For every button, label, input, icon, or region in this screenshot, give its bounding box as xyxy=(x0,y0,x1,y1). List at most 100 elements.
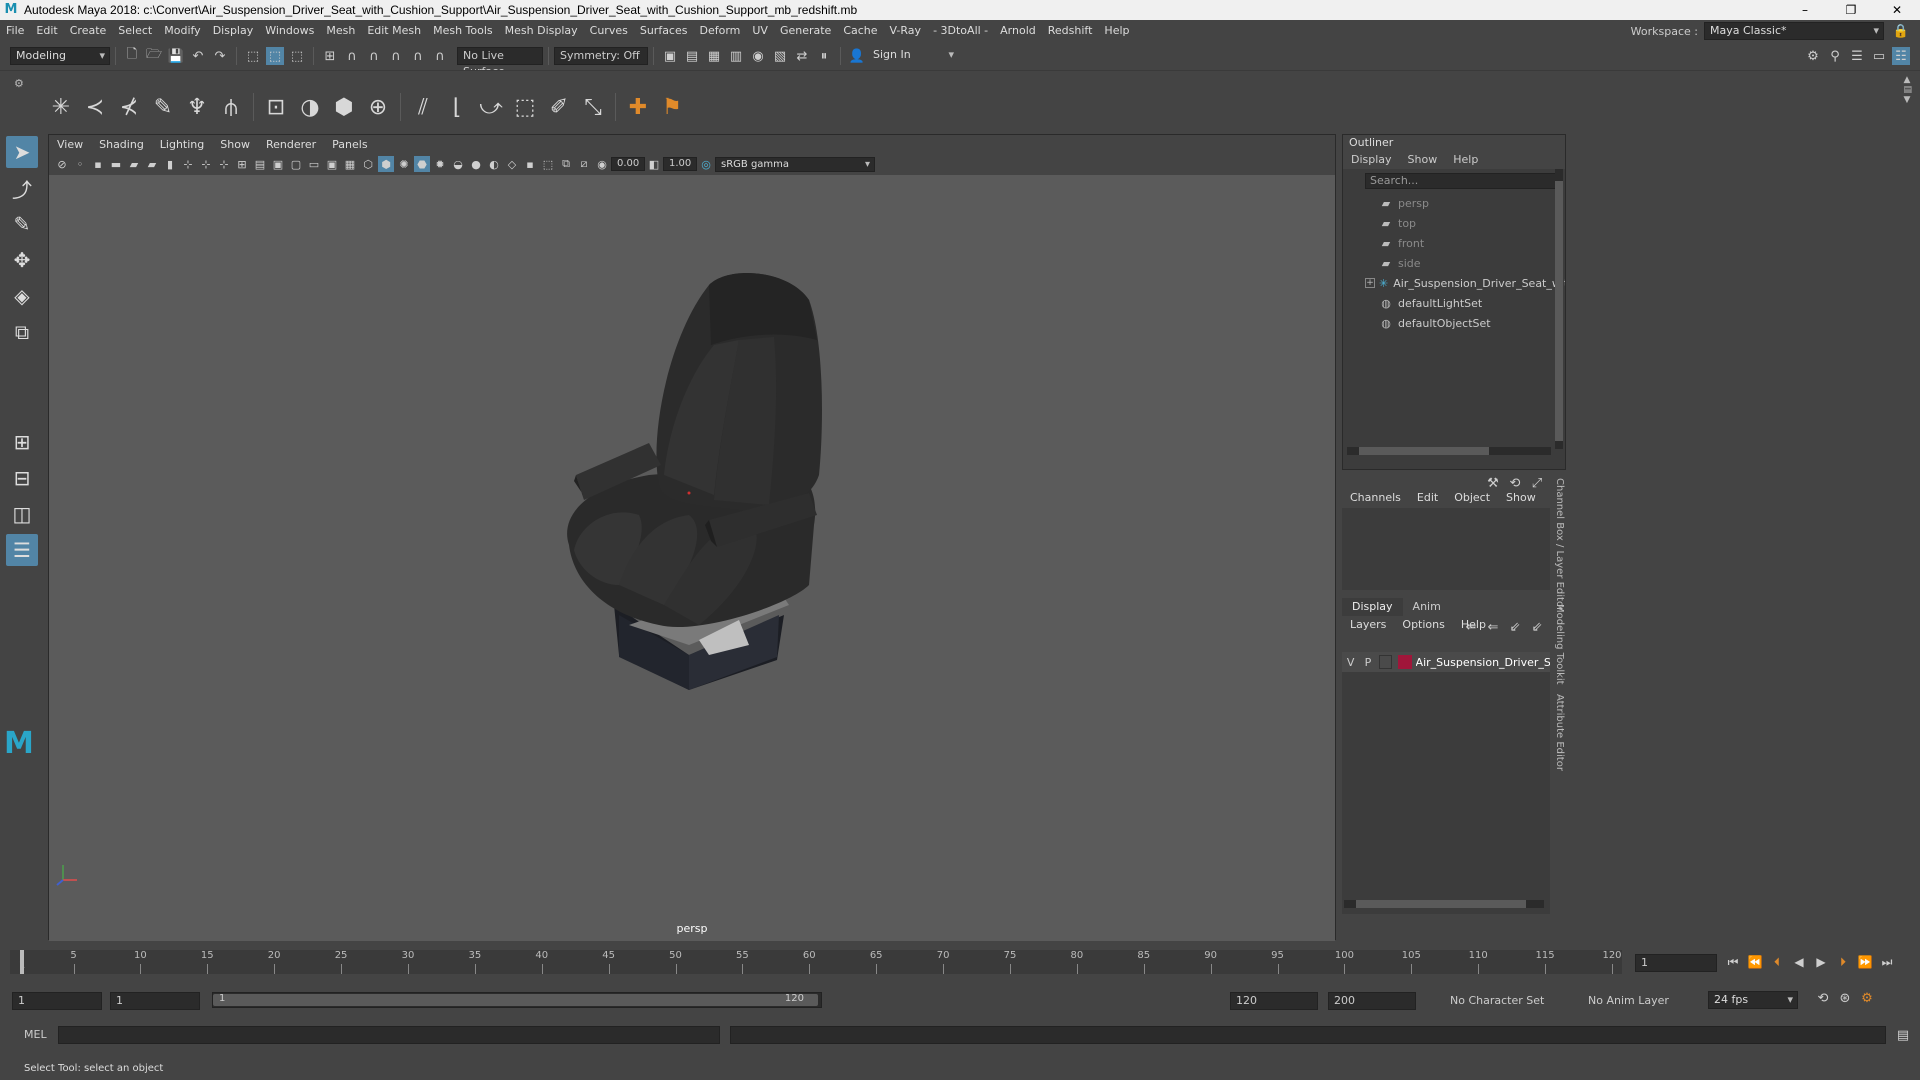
lock-icon[interactable]: 🔒 xyxy=(1892,22,1910,40)
paint-select-icon[interactable]: ✎ xyxy=(6,208,38,240)
snap-view-icon[interactable]: ∩ xyxy=(387,47,405,65)
single-view-icon[interactable]: ⊞ xyxy=(6,426,38,458)
sign-in-dropdown[interactable]: Sign In xyxy=(868,47,958,65)
smooth-shade-icon[interactable]: ▣ xyxy=(324,156,340,172)
backface-icon[interactable]: ⧄ xyxy=(576,156,592,172)
anim-layer-dropdown[interactable]: No Anim Layer xyxy=(1588,992,1680,1010)
menu-windows[interactable]: Windows xyxy=(259,20,320,42)
outliner-item-defaultlightset[interactable]: ◍ defaultLightSet xyxy=(1343,293,1565,313)
command-input[interactable] xyxy=(58,1026,720,1044)
grid-icon[interactable]: ⊹ xyxy=(180,156,196,172)
orange-pin-icon[interactable]: ⚑ xyxy=(657,92,687,122)
snap-point-icon[interactable]: ∩ xyxy=(365,47,383,65)
film-gate-icon[interactable]: ⊹ xyxy=(198,156,214,172)
menu-generate[interactable]: Generate xyxy=(774,20,837,42)
symmetry-field[interactable]: Symmetry: Off xyxy=(554,47,648,65)
sphere-icon[interactable]: ⊕ xyxy=(363,92,393,122)
shadows-icon[interactable]: ✹ xyxy=(432,156,448,172)
twod-pan-icon[interactable]: ▰ xyxy=(144,156,160,172)
menu-select[interactable]: Select xyxy=(112,20,158,42)
select-tool-icon[interactable]: ➤ xyxy=(6,136,38,168)
pause-icon[interactable]: ⏸ xyxy=(815,47,833,65)
color-space-dropdown[interactable]: sRGB gamma xyxy=(715,156,875,172)
outliner-item-front[interactable]: ▰ front xyxy=(1343,233,1565,253)
script-editor-icon[interactable]: ▤ xyxy=(1894,1026,1912,1044)
tool-settings-icon[interactable]: ▭ xyxy=(1870,47,1888,65)
auto-key-icon[interactable]: ⊛ xyxy=(1836,989,1854,1007)
shaded-icon[interactable]: ⬢ xyxy=(378,156,394,172)
new-layer-selected-icon[interactable]: ⇙ xyxy=(1528,618,1546,636)
time-ruler[interactable]: 1510152025303540455055606570758085909510… xyxy=(10,950,1622,974)
render-settings-icon[interactable]: ▥ xyxy=(727,47,745,65)
outliner-menu-display[interactable]: Display xyxy=(1343,151,1400,169)
snap-grid-icon[interactable]: ⊞ xyxy=(321,47,339,65)
expand-icon[interactable]: + xyxy=(1365,278,1375,288)
outliner-item-persp[interactable]: ▰ persp xyxy=(1343,193,1565,213)
step-forward-key-icon[interactable]: ⏩ xyxy=(1855,952,1875,972)
attribute-editor-icon[interactable]: ☰ xyxy=(1848,47,1866,65)
field-chart-icon[interactable]: ▤ xyxy=(252,156,268,172)
gamma-field[interactable]: 1.00 xyxy=(663,157,697,171)
menu-help[interactable]: Help xyxy=(1098,20,1135,42)
cb-menu-show[interactable]: Show xyxy=(1498,488,1544,508)
step-forward-frame-icon[interactable]: ⏵ xyxy=(1833,952,1853,972)
ipr-render-icon[interactable]: ▦ xyxy=(705,47,723,65)
vp-menu-view[interactable]: View xyxy=(49,138,91,151)
menu-surfaces[interactable]: Surfaces xyxy=(634,20,694,42)
move-layer-up-icon[interactable]: ⇐ xyxy=(1462,618,1480,636)
menu-file[interactable]: File xyxy=(0,20,30,42)
layer-visibility-toggle[interactable]: V xyxy=(1342,656,1359,669)
gate-mask-icon[interactable]: ⊞ xyxy=(234,156,250,172)
modeling-toolkit-icon[interactable]: ⚙ xyxy=(1804,47,1822,65)
outliner-menu-help[interactable]: Help xyxy=(1445,151,1486,169)
menu-edit-mesh[interactable]: Edit Mesh xyxy=(361,20,427,42)
step-back-key-icon[interactable]: ⏪ xyxy=(1745,952,1765,972)
depth-of-field-icon[interactable]: ◇ xyxy=(504,156,520,172)
anti-aliasing-icon[interactable]: ◐ xyxy=(486,156,502,172)
ambient-occlusion-icon[interactable]: ◒ xyxy=(450,156,466,172)
menu-edit[interactable]: Edit xyxy=(30,20,63,42)
vp-menu-renderer[interactable]: Renderer xyxy=(258,138,324,151)
hypershade-icon[interactable]: ◉ xyxy=(749,47,767,65)
snap-live-icon[interactable]: ∩ xyxy=(431,47,449,65)
outliner-item-seat-group[interactable]: +✳Air_Suspension_Driver_Seat_with_Cushi xyxy=(1343,273,1565,293)
pencil-curve-icon[interactable]: ✎ xyxy=(148,92,178,122)
menu-uv[interactable]: UV xyxy=(746,20,774,42)
menu-deform[interactable]: Deform xyxy=(693,20,746,42)
side-tab-attribute-editor[interactable]: Attribute Editor xyxy=(1554,694,1565,771)
nurbs-curve-icon[interactable]: ✳ xyxy=(46,92,76,122)
smooth-icon[interactable]: ◑ xyxy=(295,92,325,122)
four-view-icon[interactable]: ⊟ xyxy=(6,462,38,494)
current-time-marker[interactable] xyxy=(20,950,24,974)
target-weld-icon[interactable]: ⤡ xyxy=(578,92,608,122)
orange-cross-icon[interactable]: ✚ xyxy=(623,92,653,122)
undo-icon[interactable]: ↶ xyxy=(189,47,207,65)
play-backwards-icon[interactable]: ◀ xyxy=(1789,952,1809,972)
multicut-icon[interactable]: ✐ xyxy=(544,92,574,122)
outliner-vscrollbar[interactable] xyxy=(1555,169,1563,449)
select-object-icon[interactable]: ⬚ xyxy=(266,47,284,65)
layer-playback-toggle[interactable]: P xyxy=(1359,656,1376,669)
rotate-tool-icon[interactable]: ◈ xyxy=(6,280,38,312)
channel-box-area[interactable] xyxy=(1342,508,1550,590)
outliner-item-side[interactable]: ▰ side xyxy=(1343,253,1565,273)
range-bar[interactable]: 1 120 xyxy=(212,992,822,1008)
cv-curve-icon[interactable]: ≺ xyxy=(80,92,110,122)
cb-menu-object[interactable]: Object xyxy=(1446,488,1498,508)
vp-menu-panels[interactable]: Panels xyxy=(324,138,375,151)
outliner-search-input[interactable]: Search... xyxy=(1365,173,1561,189)
snap-curve-icon[interactable]: ∩ xyxy=(343,47,361,65)
isolate-select-icon[interactable]: ▪ xyxy=(522,156,538,172)
go-to-start-icon[interactable]: ⏮ xyxy=(1723,952,1743,972)
cube-icon[interactable]: ⬢ xyxy=(329,92,359,122)
vp-menu-lighting[interactable]: Lighting xyxy=(152,138,212,151)
redshift-render-icon[interactable]: ▧ xyxy=(771,47,789,65)
move-tool-icon[interactable]: ✥ xyxy=(6,244,38,276)
playback-start-field[interactable]: 1 xyxy=(110,992,200,1010)
playback-end-field[interactable]: 120 xyxy=(1230,992,1318,1010)
render-view-icon[interactable]: ▤ xyxy=(683,47,701,65)
menu-redshift[interactable]: Redshift xyxy=(1042,20,1099,42)
merge-icon[interactable]: ⬚ xyxy=(510,92,540,122)
seat-model[interactable] xyxy=(49,175,1337,941)
render-frame-icon[interactable]: ▣ xyxy=(661,47,679,65)
